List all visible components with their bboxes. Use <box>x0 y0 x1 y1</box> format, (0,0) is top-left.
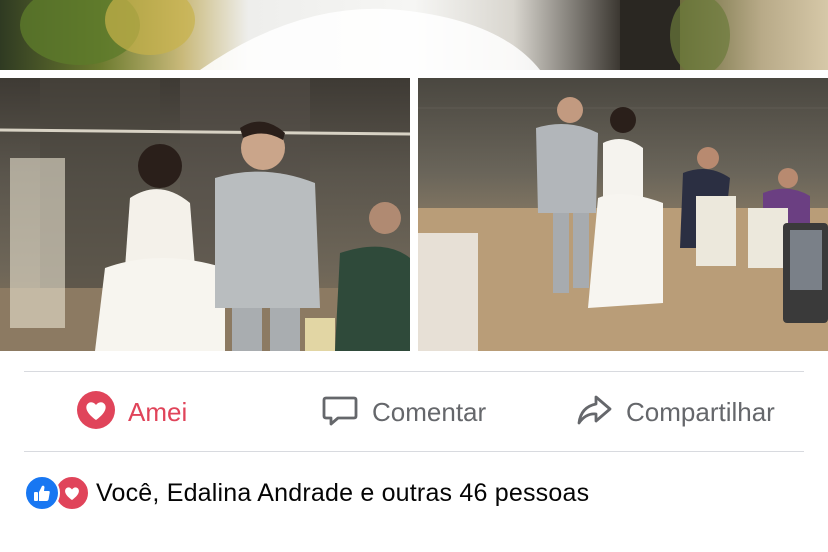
photo-left-content <box>0 78 410 351</box>
divider-top <box>24 371 804 372</box>
comment-label: Comentar <box>372 396 487 427</box>
reaction-summary-text[interactable]: Você, Edalina Andrade e outras 46 pessoa… <box>96 479 589 508</box>
post-photo-right[interactable] <box>418 78 828 351</box>
share-button[interactable]: Compartilhar <box>574 388 775 436</box>
divider-bottom <box>24 451 804 452</box>
comment-button[interactable]: Comentar <box>320 388 486 436</box>
reactions-row[interactable]: Você, Edalina Andrade e outras 46 pessoa… <box>24 475 589 511</box>
post-photo-top[interactable] <box>0 0 828 70</box>
share-icon <box>574 390 614 435</box>
comment-icon <box>320 390 360 435</box>
post-photo-left[interactable] <box>0 78 410 351</box>
love-reaction-button[interactable]: Amei <box>76 388 187 436</box>
photo-right-content <box>418 97 828 351</box>
like-icon <box>24 475 60 511</box>
love-icon <box>76 390 116 435</box>
share-label: Compartilhar <box>626 396 775 427</box>
love-reaction-label: Amei <box>128 396 188 427</box>
photo-top-content <box>20 0 730 70</box>
